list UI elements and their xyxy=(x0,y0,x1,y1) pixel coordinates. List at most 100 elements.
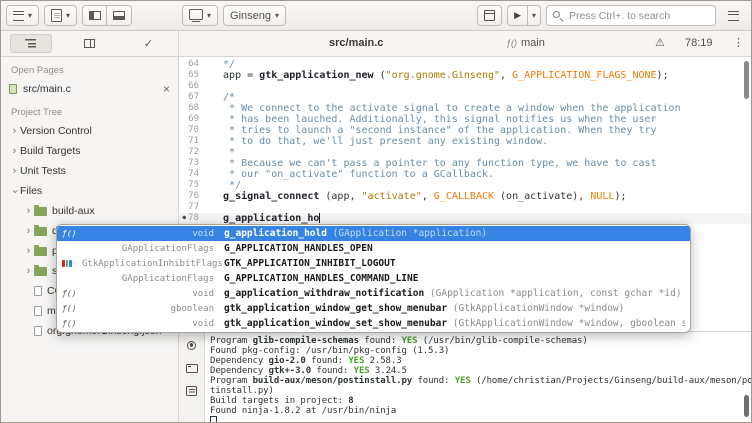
open-document-button[interactable]: ▾ xyxy=(44,5,77,26)
code-line[interactable]: 71 * to do that, we'll just present any … xyxy=(179,136,751,147)
completion-return-type: void xyxy=(82,289,224,299)
code-line[interactable]: 75 */ xyxy=(179,180,751,191)
line-number[interactable]: 73 xyxy=(179,158,205,169)
sidebar-tab-build[interactable] xyxy=(69,34,111,53)
tree-item[interactable]: ›Files xyxy=(1,181,178,201)
line-number[interactable]: 72 xyxy=(179,147,205,158)
symbol-breadcrumb[interactable]: ƒ() main xyxy=(506,37,545,49)
code-line[interactable]: 72 * xyxy=(179,147,751,158)
surfaces-menu-button[interactable]: ▾ xyxy=(6,5,39,26)
completion-item[interactable]: GApplicationFlagsG_APPLICATION_HANDLES_C… xyxy=(57,271,690,286)
tree-item[interactable]: ›build-aux xyxy=(1,201,178,221)
completion-name: gtk_application_window_get_show_menubar xyxy=(224,303,447,314)
completion-item[interactable]: GApplicationFlagsG_APPLICATION_HANDLES_O… xyxy=(57,241,690,256)
open-page-item[interactable]: src/main.c × xyxy=(1,79,178,99)
tree-list-icon xyxy=(25,39,36,48)
global-search xyxy=(546,5,716,26)
monitor-icon xyxy=(189,9,203,20)
toggle-left-panel-button[interactable] xyxy=(82,5,107,26)
build-output[interactable]: Program glib-compile-schemas found: YES … xyxy=(205,332,751,422)
file-icon xyxy=(34,326,42,336)
completion-name: G_APPLICATION_HANDLES_OPEN xyxy=(224,243,373,254)
runtime-terminal-tab[interactable] xyxy=(185,385,199,397)
config-selector-button[interactable]: Ginseng ▾ xyxy=(223,5,286,26)
gnome-builder-window: ▾ ▾ ▾ Ginseng ▾ ▶ xyxy=(0,0,752,423)
code-line[interactable]: 77 xyxy=(179,202,751,213)
sidebar-tab-tests[interactable]: ✓ xyxy=(128,34,170,53)
sidebar-tab-project-tree[interactable] xyxy=(10,34,52,53)
tree-item[interactable]: ›Build Targets xyxy=(1,141,178,161)
panel-bottom-icon xyxy=(113,11,125,20)
code-line[interactable]: 73 * Because we can't pass a pointer to … xyxy=(179,158,751,169)
code-line[interactable]: 70 * tries to launch a "second instance"… xyxy=(179,125,751,136)
code-line[interactable]: 64 */ xyxy=(179,59,751,70)
run-options-button[interactable]: ▾ xyxy=(528,5,541,26)
code-line[interactable]: 69 * has been lauched. Additionally, thi… xyxy=(179,114,751,125)
line-number[interactable]: 69 xyxy=(179,114,205,125)
completion-return-type: void xyxy=(82,319,224,329)
terminal-tab[interactable] xyxy=(185,362,199,374)
completion-item[interactable]: GtkApplicationInhibitFlagsGTK_APPLICATIO… xyxy=(57,256,690,271)
code-line[interactable]: 67 /* xyxy=(179,92,751,103)
editor-scrollbar[interactable] xyxy=(744,61,749,99)
document-title: src/main.c xyxy=(329,37,383,49)
line-number[interactable]: 71 xyxy=(179,136,205,147)
code-line[interactable]: 74 * our "on_activate" function to a GCa… xyxy=(179,169,751,180)
line-number[interactable]: 70 xyxy=(179,125,205,136)
panel-left-icon xyxy=(89,11,101,20)
line-number[interactable]: 68 xyxy=(179,103,205,114)
completion-item[interactable]: ƒ()voidg_application_hold (GApplication … xyxy=(57,226,690,241)
cursor-position[interactable]: 78:19 xyxy=(685,37,713,49)
completion-params: (GtkApplicationWindow *window, gboolean … xyxy=(447,318,685,329)
open-page-label: src/main.c xyxy=(23,83,71,95)
function-icon: ƒ() xyxy=(62,319,82,328)
tree-item-label: build-aux xyxy=(52,205,95,217)
code-line[interactable]: 76 g_signal_connect (app, "activate", G_… xyxy=(179,191,751,202)
tree-item[interactable]: ›Version Control xyxy=(1,121,178,141)
device-selector-button[interactable]: ▾ xyxy=(182,5,218,26)
tree-item[interactable]: ›Unit Tests xyxy=(1,161,178,181)
more-options-icon[interactable]: ⋮ xyxy=(733,36,744,49)
search-icon xyxy=(553,11,560,18)
toggle-bottom-panel-button[interactable] xyxy=(107,5,132,26)
hamburger-icon xyxy=(728,11,739,21)
chevron-down-icon: ▾ xyxy=(207,12,211,20)
chevron-right-icon: › xyxy=(23,266,34,277)
line-number[interactable]: 67 xyxy=(179,92,205,103)
build-icon xyxy=(484,10,495,21)
line-number[interactable]: 64 xyxy=(179,59,205,70)
completion-item[interactable]: ƒ()voidgtk_application_window_set_show_m… xyxy=(57,316,690,331)
line-number[interactable]: 65 xyxy=(179,70,205,81)
line-number[interactable]: 66 xyxy=(179,81,205,92)
completion-name: g_application_withdraw_notification xyxy=(224,288,424,299)
sidebar-switcher: ✓ xyxy=(1,31,179,56)
search-input[interactable] xyxy=(547,10,715,22)
function-icon: ƒ() xyxy=(506,38,517,48)
warning-icon[interactable]: ⚠ xyxy=(655,36,665,49)
completion-item[interactable]: ƒ()gbooleangtk_application_window_get_sh… xyxy=(57,301,690,316)
project-name: Ginseng xyxy=(230,10,271,22)
code-line[interactable]: 68 * We connect to the activate signal t… xyxy=(179,103,751,114)
line-number[interactable]: 74 xyxy=(179,169,205,180)
line-number[interactable]: 75 xyxy=(179,180,205,191)
code-line[interactable]: 66 xyxy=(179,81,751,92)
line-number[interactable]: 76 xyxy=(179,191,205,202)
chevron-right-icon: › xyxy=(23,246,34,257)
code-line[interactable]: 65 app = gtk_application_new ("org.gnome… xyxy=(179,70,751,81)
output-line: tinstall.py) xyxy=(210,386,751,396)
close-icon[interactable]: × xyxy=(163,83,170,95)
line-number[interactable]: 78 xyxy=(179,213,205,224)
output-scrollbar[interactable] xyxy=(744,395,749,417)
columns-icon xyxy=(84,39,95,48)
output-line: Found ninja-1.8.2 at /usr/bin/ninja xyxy=(210,406,751,416)
code-line[interactable]: 78 g_application_ho xyxy=(179,213,751,224)
completion-item[interactable]: ƒ()voidg_application_withdraw_notificati… xyxy=(57,286,690,301)
run-button[interactable]: ▶ xyxy=(507,5,528,26)
function-icon: ƒ() xyxy=(62,229,82,238)
terminal-icon xyxy=(186,364,198,373)
build-button[interactable] xyxy=(477,5,502,26)
menu-button[interactable] xyxy=(721,5,746,26)
line-number[interactable]: 77 xyxy=(179,202,205,213)
build-log-tab[interactable] xyxy=(185,339,199,351)
chevron-right-icon: › xyxy=(9,126,20,137)
